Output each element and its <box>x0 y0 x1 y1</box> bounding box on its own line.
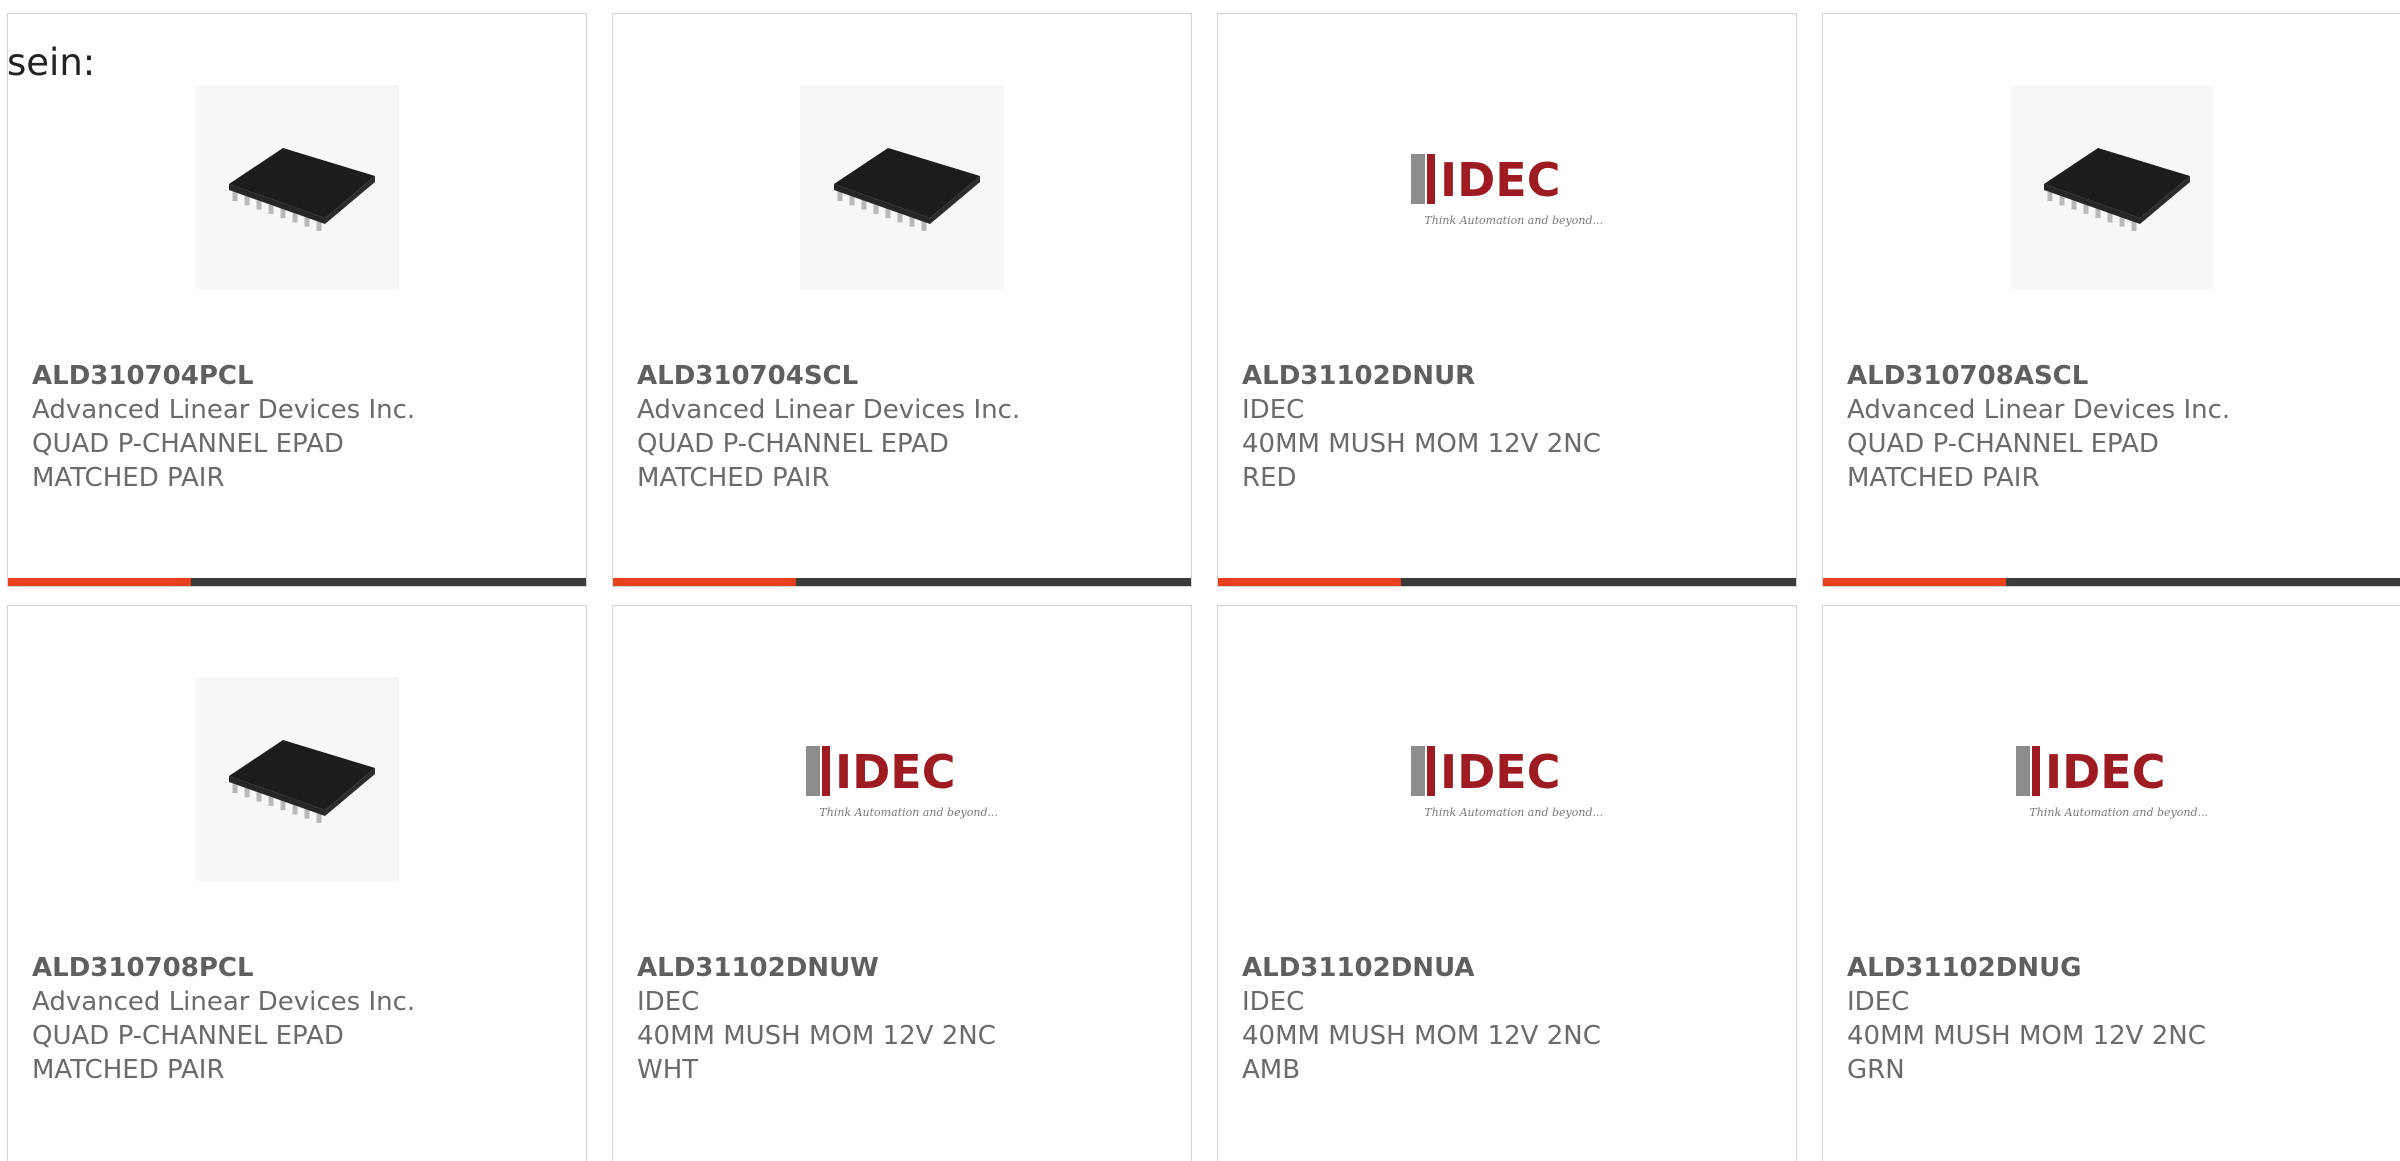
card-bottom-bar-accent <box>1218 578 1401 586</box>
idec-wordmark: IDEC <box>2045 745 2165 799</box>
product-image[interactable]: IDEC Think Automation and beyond... <box>1405 677 1609 881</box>
card-bottom-bar-accent <box>8 578 191 586</box>
product-part-number[interactable]: ALD31102DNUG <box>1847 951 2377 985</box>
product-info: ALD310708PCL Advanced Linear Devices Inc… <box>32 951 562 1087</box>
product-card[interactable]: ALD310704SCL Advanced Linear Devices Inc… <box>612 13 1192 587</box>
product-manufacturer: IDEC <box>1242 987 1305 1017</box>
product-info: ALD310704SCL Advanced Linear Devices Inc… <box>637 359 1167 495</box>
product-card[interactable]: ALD310708PCL Advanced Linear Devices Inc… <box>7 605 587 1161</box>
product-card[interactable]: IDEC Think Automation and beyond... ALD3… <box>612 605 1192 1161</box>
chip-icon <box>229 148 375 231</box>
product-manufacturer: IDEC <box>637 987 700 1017</box>
product-card[interactable]: IDEC Think Automation and beyond... ALD3… <box>1217 605 1797 1161</box>
chip-icon <box>229 740 375 823</box>
product-description: QUAD P-CHANNEL EPAD MATCHED PAIR <box>32 429 344 493</box>
product-info: ALD31102DNUW IDEC 40MM MUSH MOM 12V 2NC … <box>637 951 1167 1087</box>
idec-logo: IDEC Think Automation and beyond... <box>806 745 998 819</box>
product-part-number[interactable]: ALD310704SCL <box>637 359 1167 393</box>
product-description: QUAD P-CHANNEL EPAD MATCHED PAIR <box>637 429 949 493</box>
product-manufacturer: IDEC <box>1242 395 1305 425</box>
product-description: 40MM MUSH MOM 12V 2NC RED <box>1242 429 1601 493</box>
idec-logo: IDEC Think Automation and beyond... <box>1411 153 1603 227</box>
product-info: ALD31102DNUG IDEC 40MM MUSH MOM 12V 2NC … <box>1847 951 2377 1087</box>
card-bottom-bar <box>613 578 1191 586</box>
product-image[interactable] <box>2010 85 2214 289</box>
card-bottom-bar <box>8 578 586 586</box>
idec-tagline: Think Automation and beyond... <box>2029 806 2208 819</box>
product-description: QUAD P-CHANNEL EPAD MATCHED PAIR <box>1847 429 2159 493</box>
product-info: ALD31102DNUA IDEC 40MM MUSH MOM 12V 2NC … <box>1242 951 1772 1087</box>
idec-wordmark: IDEC <box>835 745 955 799</box>
product-manufacturer: Advanced Linear Devices Inc. <box>1847 395 2231 425</box>
chip-icon <box>834 148 980 231</box>
product-info: ALD31102DNUR IDEC 40MM MUSH MOM 12V 2NC … <box>1242 359 1772 495</box>
idec-tagline: Think Automation and beyond... <box>1424 214 1603 227</box>
idec-logo: IDEC Think Automation and beyond... <box>1411 745 1603 819</box>
product-part-number[interactable]: ALD310708ASCL <box>1847 359 2377 393</box>
product-image[interactable] <box>800 85 1004 289</box>
product-part-number[interactable]: ALD31102DNUR <box>1242 359 1772 393</box>
card-bottom-bar-accent <box>613 578 796 586</box>
product-card[interactable]: IDEC Think Automation and beyond... ALD3… <box>1822 605 2400 1161</box>
product-image[interactable]: IDEC Think Automation and beyond... <box>2010 677 2214 881</box>
idec-tagline: Think Automation and beyond... <box>1424 806 1603 819</box>
product-part-number[interactable]: ALD31102DNUA <box>1242 951 1772 985</box>
product-manufacturer: Advanced Linear Devices Inc. <box>32 987 416 1017</box>
product-image[interactable] <box>195 677 399 881</box>
product-image[interactable]: IDEC Think Automation and beyond... <box>1405 85 1609 289</box>
idec-wordmark: IDEC <box>1440 745 1560 799</box>
product-info: ALD310708ASCL Advanced Linear Devices In… <box>1847 359 2377 495</box>
product-manufacturer: Advanced Linear Devices Inc. <box>32 395 416 425</box>
product-image[interactable]: IDEC Think Automation and beyond... <box>800 677 1004 881</box>
card-bottom-bar <box>1823 578 2400 586</box>
product-image[interactable] <box>195 85 399 289</box>
idec-wordmark: IDEC <box>1440 153 1560 207</box>
product-manufacturer: Advanced Linear Devices Inc. <box>637 395 1021 425</box>
product-description: 40MM MUSH MOM 12V 2NC GRN <box>1847 1021 2206 1085</box>
product-description: 40MM MUSH MOM 12V 2NC AMB <box>1242 1021 1601 1085</box>
product-info: ALD310704PCL Advanced Linear Devices Inc… <box>32 359 562 495</box>
product-part-number[interactable]: ALD31102DNUW <box>637 951 1167 985</box>
card-bottom-bar-accent <box>1823 578 2006 586</box>
card-bottom-bar <box>1218 578 1796 586</box>
product-card[interactable]: ALD310704PCL Advanced Linear Devices Inc… <box>7 13 587 587</box>
product-manufacturer: IDEC <box>1847 987 1910 1017</box>
product-part-number[interactable]: ALD310704PCL <box>32 359 562 393</box>
product-description: QUAD P-CHANNEL EPAD MATCHED PAIR <box>32 1021 344 1085</box>
product-grid: ALD310704PCL Advanced Linear Devices Inc… <box>7 13 2400 1161</box>
product-card[interactable]: ALD310708ASCL Advanced Linear Devices In… <box>1822 13 2400 587</box>
product-part-number[interactable]: ALD310708PCL <box>32 951 562 985</box>
chip-icon <box>2044 148 2190 231</box>
product-card[interactable]: IDEC Think Automation and beyond... ALD3… <box>1217 13 1797 587</box>
page: sein: ALD310704PCL Advanced Linear Devic… <box>0 0 2400 1161</box>
idec-logo: IDEC Think Automation and beyond... <box>2016 745 2208 819</box>
idec-tagline: Think Automation and beyond... <box>819 806 998 819</box>
product-description: 40MM MUSH MOM 12V 2NC WHT <box>637 1021 996 1085</box>
page-top-text: sein: <box>7 41 96 84</box>
